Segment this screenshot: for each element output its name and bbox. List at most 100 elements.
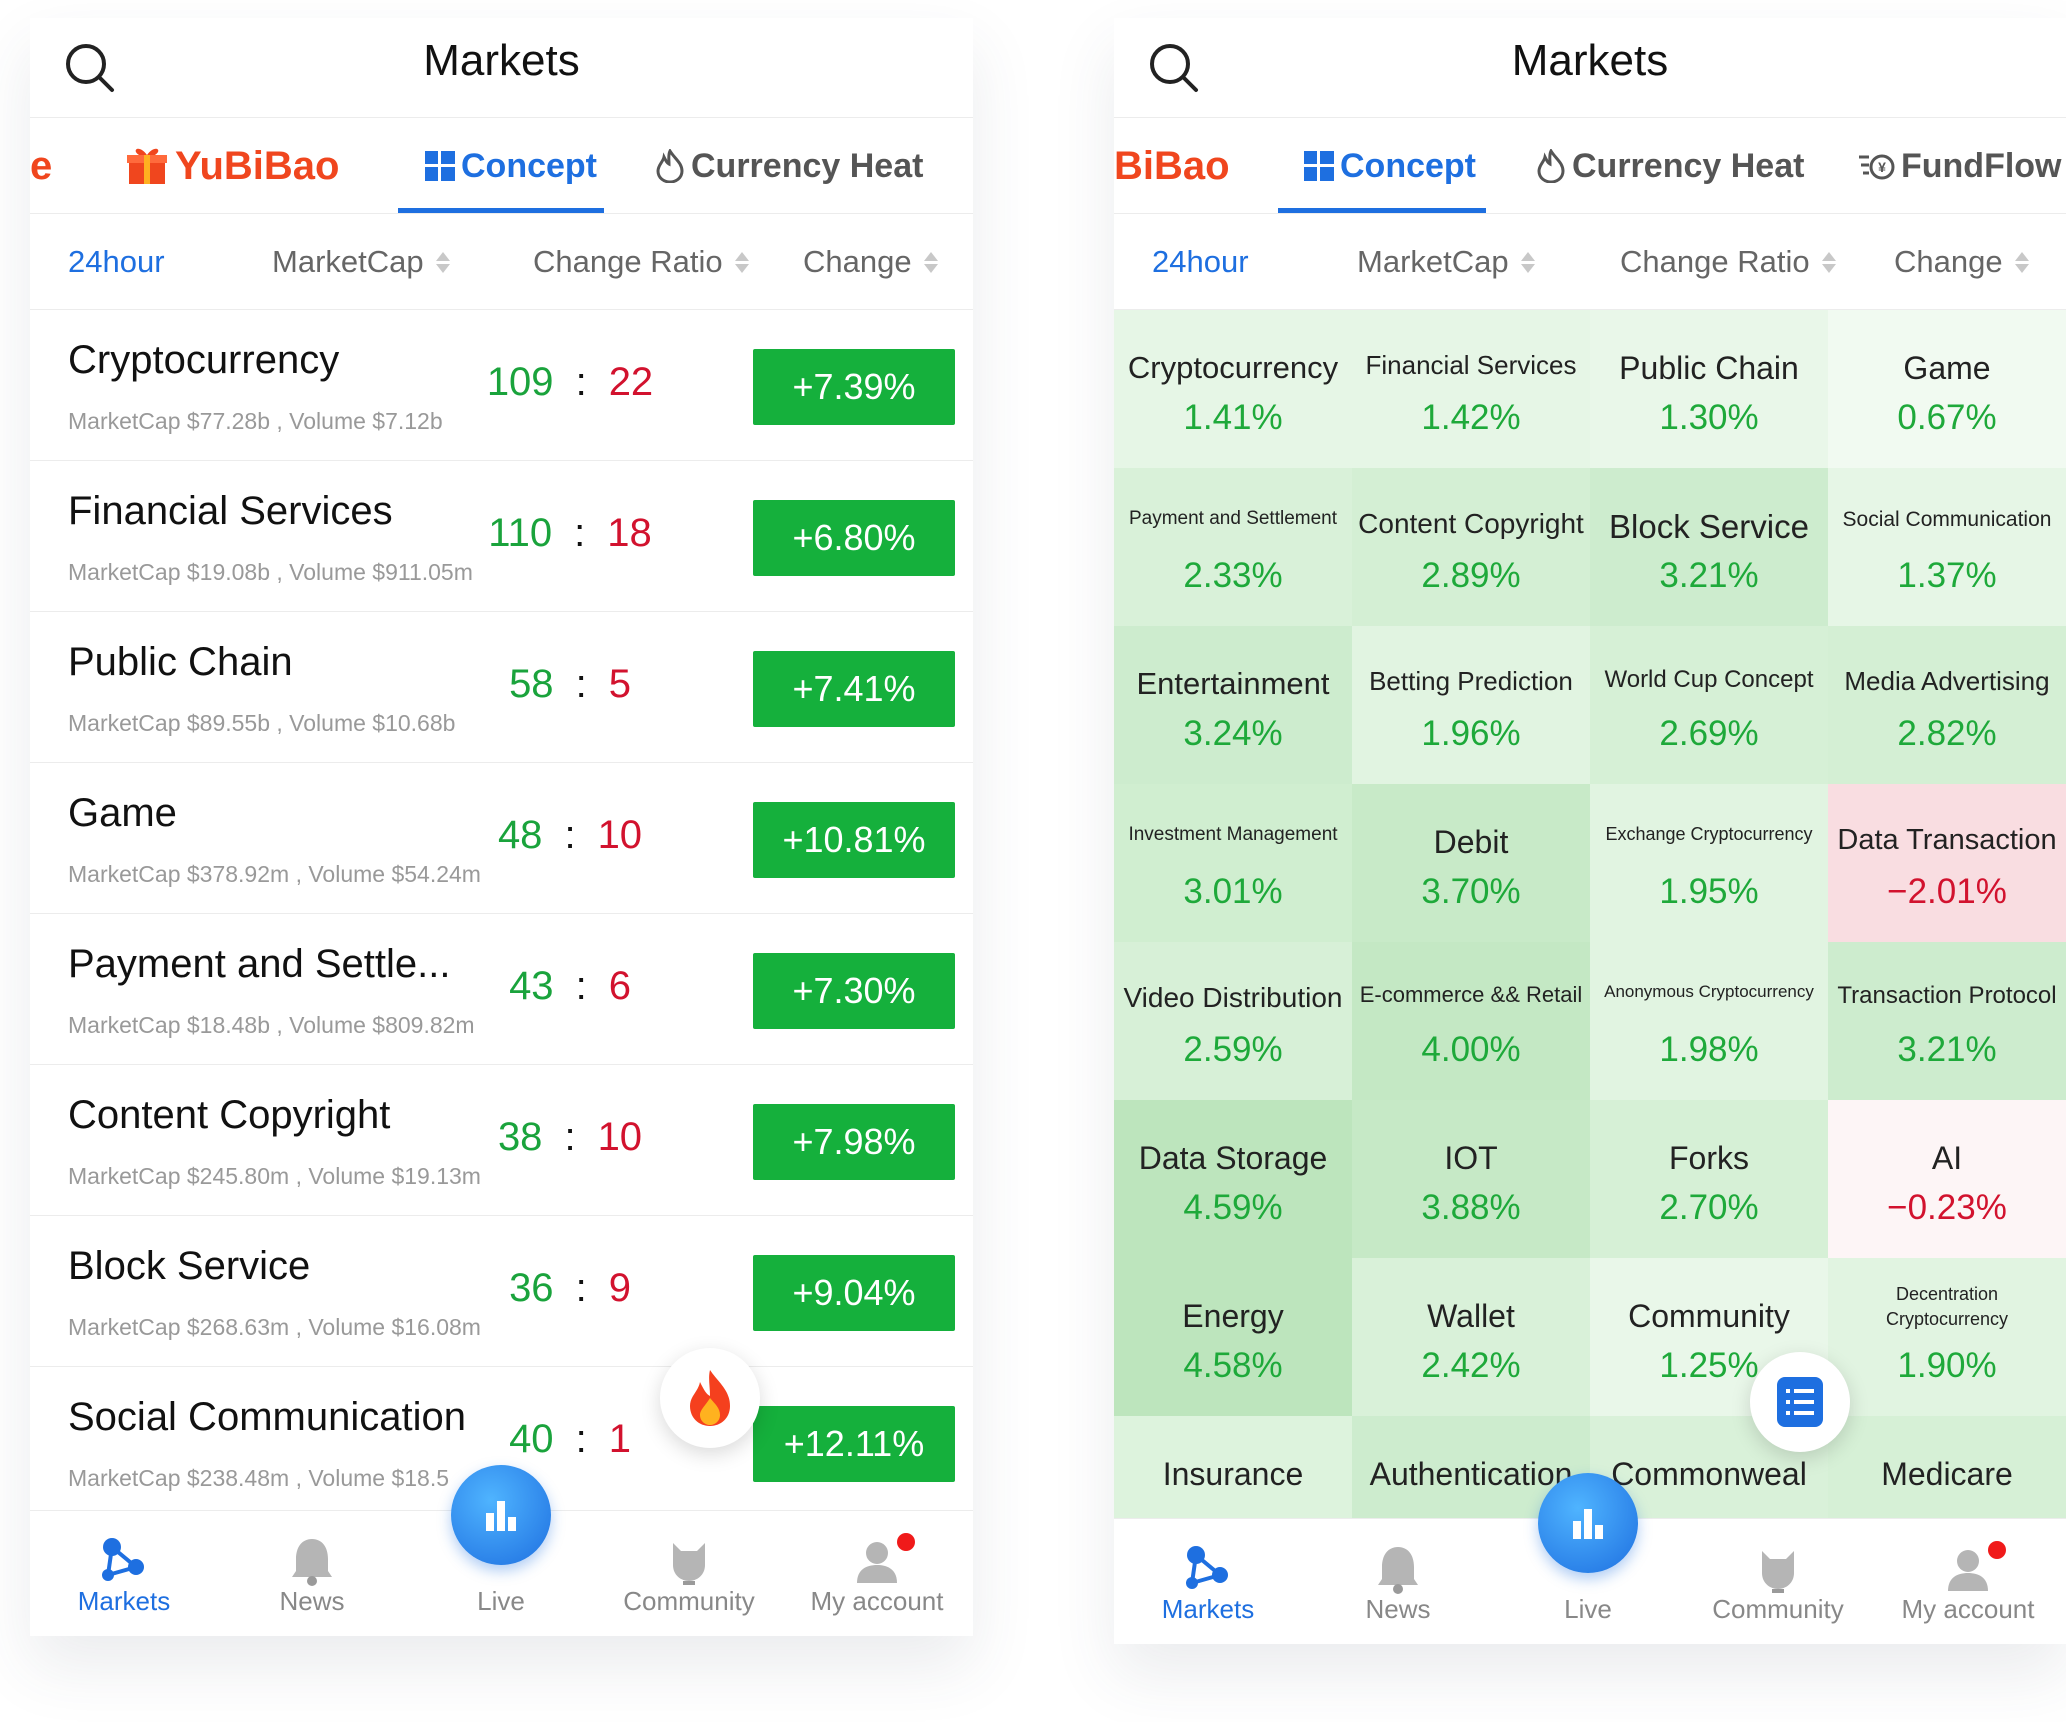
concept-name: Block Service bbox=[1609, 508, 1809, 545]
bottom-tab-bar: Markets News Live Community My account bbox=[30, 1465, 973, 1636]
heatmap-cell[interactable]: AI −0.23% bbox=[1828, 1100, 2066, 1258]
heatmap-cell[interactable]: Exchange Cryptocurrency 1.95% bbox=[1590, 784, 1828, 942]
tab-yubibao[interactable]: YuBiBao bbox=[125, 118, 339, 214]
rise-fall-ratio: 109:22 bbox=[400, 360, 740, 405]
live-button[interactable] bbox=[451, 1465, 551, 1565]
tab-currency-heat[interactable]: Currency Heat bbox=[655, 118, 923, 214]
heatmap-cell[interactable]: Video Distribution 2.59% bbox=[1114, 942, 1352, 1100]
concept-name: IOT bbox=[1444, 1140, 1498, 1176]
heatmap-cell[interactable]: Transaction Protocol 3.21% bbox=[1828, 942, 2066, 1100]
heatmap-cell[interactable]: Media Advertising 2.82% bbox=[1828, 626, 2066, 784]
heatmap-cell[interactable]: Decentration Cryptocurrency 1.90% bbox=[1828, 1258, 2066, 1416]
sort-change-ratio[interactable]: Change Ratio bbox=[1620, 214, 1838, 310]
sort-change[interactable]: Change bbox=[803, 214, 940, 310]
change-value: 2.89% bbox=[1421, 556, 1521, 595]
concept-name: Community bbox=[1628, 1298, 1790, 1334]
change-value: 1.96% bbox=[1421, 714, 1521, 753]
category-tabs: BiBao Concept Currency Heat ¥ FundFlow bbox=[1114, 118, 2066, 214]
notification-badge bbox=[1988, 1541, 2006, 1559]
concept-name: Betting Prediction bbox=[1369, 666, 1573, 696]
rise-fall-ratio: 58:5 bbox=[400, 662, 740, 707]
falling-count: 1 bbox=[608, 1417, 631, 1461]
heatmap-cell[interactable]: Content Copyright 2.89% bbox=[1352, 468, 1590, 626]
nav-community[interactable]: Community bbox=[595, 1511, 783, 1636]
sort-change-ratio-label: Change Ratio bbox=[1620, 244, 1810, 279]
flame-icon bbox=[656, 149, 684, 183]
list-view-float-button[interactable] bbox=[1750, 1352, 1850, 1452]
list-item[interactable]: Financial Services MarketCap $19.08b , Vo… bbox=[30, 461, 973, 612]
heatmap-cell[interactable]: Energy 4.58% bbox=[1114, 1258, 1352, 1416]
nav-my-account-label: My account bbox=[810, 1586, 944, 1616]
heatmap-cell[interactable]: Debit 3.70% bbox=[1352, 784, 1590, 942]
nav-markets[interactable]: Markets bbox=[30, 1511, 218, 1636]
tab-previous[interactable]: e bbox=[30, 118, 52, 214]
ratio-separator: : bbox=[575, 360, 587, 404]
heatmap-cell[interactable]: Investment Management 3.01% bbox=[1114, 784, 1352, 942]
heatmap-cell[interactable]: Public Chain 1.30% bbox=[1590, 310, 1828, 468]
list-item[interactable]: Payment and Settle... MarketCap $18.48b ,… bbox=[30, 914, 973, 1065]
heatmap-cell[interactable]: E-commerce && Retail 4.00% bbox=[1352, 942, 1590, 1100]
heatmap-cell[interactable]: World Cup Concept 2.69% bbox=[1590, 626, 1828, 784]
page-title: Markets bbox=[423, 36, 580, 85]
sort-arrows-icon bbox=[2014, 249, 2031, 276]
heatmap-cell[interactable]: Data Storage 4.59% bbox=[1114, 1100, 1352, 1258]
change-badge: +12.11% bbox=[753, 1406, 955, 1482]
heatmap-cell[interactable]: Financial Services 1.42% bbox=[1352, 310, 1590, 468]
heatmap-cell[interactable]: IOT 3.88% bbox=[1352, 1100, 1590, 1258]
notification-badge bbox=[897, 1533, 915, 1551]
list-item[interactable]: Cryptocurrency MarketCap $77.28b , Volume… bbox=[30, 310, 973, 461]
markets-heatmap-screen: Markets BiBao Concept Currency Heat ¥ Fu… bbox=[1114, 18, 2066, 1644]
sort-change[interactable]: Change bbox=[1894, 214, 2031, 310]
tab-yubibao[interactable]: BiBao bbox=[1114, 118, 1230, 214]
heatmap-cell[interactable]: Forks 2.70% bbox=[1590, 1100, 1828, 1258]
heatmap-cell[interactable]: Data Transaction −2.01% bbox=[1828, 784, 2066, 942]
nav-my-account[interactable]: My account bbox=[783, 1511, 971, 1636]
heatmap-cell[interactable]: Anonymous Cryptocurrency 1.98% bbox=[1590, 942, 1828, 1100]
heatmap-cell[interactable]: Betting Prediction 1.96% bbox=[1352, 626, 1590, 784]
concept-name: Game bbox=[68, 791, 177, 835]
grid-icon bbox=[1304, 151, 1334, 181]
rising-count: 38 bbox=[497, 1115, 543, 1159]
heatmap-cell[interactable]: Block Service 3.21% bbox=[1590, 468, 1828, 626]
sort-arrows-icon bbox=[1821, 249, 1838, 276]
list-item[interactable]: Content Copyright MarketCap $245.80m , Vo… bbox=[30, 1065, 973, 1216]
nav-news[interactable]: News bbox=[218, 1511, 406, 1636]
live-button[interactable] bbox=[1538, 1473, 1638, 1573]
period-selector[interactable]: 24hour bbox=[68, 214, 165, 310]
ratio-separator: : bbox=[564, 813, 576, 857]
tab-currency-heat-label: Currency Heat bbox=[1572, 146, 1805, 185]
nav-markets[interactable]: Markets bbox=[1114, 1519, 1302, 1644]
hot-float-button[interactable] bbox=[660, 1348, 760, 1448]
concept-stats: MarketCap $77.28b , Volume $7.12b bbox=[68, 408, 443, 434]
nav-live[interactable]: Live bbox=[407, 1465, 595, 1636]
heatmap-cell[interactable]: Wallet 2.42% bbox=[1352, 1258, 1590, 1416]
change-badge: +6.80% bbox=[753, 500, 955, 576]
sort-marketcap[interactable]: MarketCap bbox=[1357, 214, 1537, 310]
list-item[interactable]: Game MarketCap $378.92m , Volume $54.24m 4… bbox=[30, 763, 973, 914]
concept-stats: MarketCap $89.55b , Volume $10.68b bbox=[68, 710, 456, 736]
heatmap-cell[interactable]: Cryptocurrency 1.41% bbox=[1114, 310, 1352, 468]
heatmap-cell[interactable]: Entertainment 3.24% bbox=[1114, 626, 1352, 784]
list-item[interactable]: Public Chain MarketCap $89.55b , Volume $… bbox=[30, 612, 973, 763]
sort-marketcap[interactable]: MarketCap bbox=[272, 214, 452, 310]
tab-concept[interactable]: Concept bbox=[425, 118, 597, 214]
nav-my-account[interactable]: My account bbox=[1874, 1519, 2062, 1644]
change-badge: +10.81% bbox=[753, 802, 955, 878]
list-item[interactable]: Block Service MarketCap $268.63m , Volume… bbox=[30, 1216, 973, 1367]
heatmap-cell[interactable]: Game 0.67% bbox=[1828, 310, 2066, 468]
nav-news[interactable]: News bbox=[1304, 1519, 1492, 1644]
nav-live[interactable]: Live bbox=[1494, 1473, 1682, 1644]
heatmap-cell[interactable]: Payment and Settlement 2.33% bbox=[1114, 468, 1352, 626]
rise-fall-ratio: 48:10 bbox=[400, 813, 740, 858]
tab-currency-heat[interactable]: Currency Heat bbox=[1536, 118, 1804, 214]
tab-concept[interactable]: Concept bbox=[1304, 118, 1476, 214]
rising-count: 43 bbox=[509, 964, 554, 1008]
tab-fundflow[interactable]: ¥ FundFlow bbox=[1859, 118, 2062, 214]
heatmap-cell[interactable]: Social Communication 1.37% bbox=[1828, 468, 2066, 626]
list-icon bbox=[1777, 1377, 1823, 1427]
nav-community[interactable]: Community bbox=[1684, 1519, 1872, 1644]
rise-fall-ratio: 36:9 bbox=[400, 1266, 740, 1311]
change-value: 4.58% bbox=[1183, 1346, 1283, 1385]
sort-change-ratio[interactable]: Change Ratio bbox=[533, 214, 751, 310]
period-selector[interactable]: 24hour bbox=[1152, 214, 1249, 310]
